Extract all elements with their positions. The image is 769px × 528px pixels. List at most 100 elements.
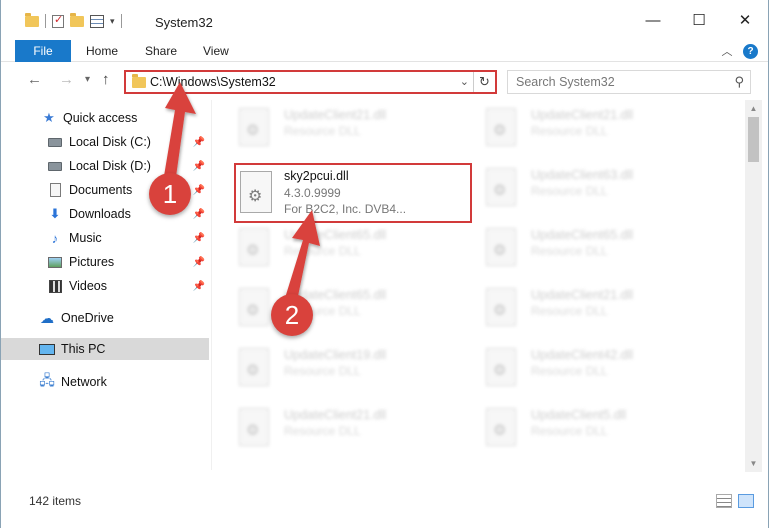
dll-file-icon xyxy=(239,228,269,266)
search-input[interactable]: Search System32 ⚲ xyxy=(507,70,751,94)
file-type: Resource DLL xyxy=(284,244,361,258)
scrollbar-thumb[interactable] xyxy=(748,117,759,162)
file-name: UpdateClient21.dll xyxy=(531,288,634,302)
file-type: Resource DLL xyxy=(531,304,608,318)
tab-view[interactable]: View xyxy=(203,44,229,58)
vertical-scrollbar[interactable]: ▲ ▼ xyxy=(745,100,762,472)
file-tile[interactable]: UpdateClient21.dll Resource DLL xyxy=(212,100,442,150)
file-tile[interactable]: UpdateClient21.dll Resource DLL xyxy=(212,400,442,450)
dll-file-icon xyxy=(486,108,516,146)
file-tile[interactable]: UpdateClient19.dll Resource DLL xyxy=(212,340,442,390)
computer-icon xyxy=(39,342,55,356)
file-tile[interactable]: UpdateClient65.dll Resource DLL xyxy=(212,220,442,270)
dll-file-icon xyxy=(239,288,269,326)
file-type: Resource DLL xyxy=(284,124,361,138)
tab-home[interactable]: Home xyxy=(86,44,118,58)
scroll-down-icon[interactable]: ▼ xyxy=(745,455,762,472)
folder-icon xyxy=(25,12,39,27)
search-placeholder: Search System32 xyxy=(516,75,615,89)
highlighted-file-tile[interactable]: sky2pcui.dll 4.3.0.9999 For B2C2, Inc. D… xyxy=(234,163,472,223)
explorer-window: ▾ System32 — ☐ ✕ File Home Share View ︿ … xyxy=(0,0,769,528)
sidebar-item-local-disk-c[interactable]: Local Disk (C:) 📌 xyxy=(1,131,209,153)
help-icon[interactable]: ? xyxy=(743,43,758,59)
customize-toolbar-icon[interactable]: ▾ xyxy=(110,16,115,27)
sidebar-item-network[interactable]: 🖧 Network xyxy=(1,371,209,393)
file-tile[interactable]: UpdateClient21.dll Resource DLL xyxy=(459,100,689,150)
pin-icon[interactable]: 📌 xyxy=(193,257,205,268)
new-folder-icon[interactable] xyxy=(70,12,84,27)
back-button[interactable]: ← xyxy=(27,71,42,88)
file-name: UpdateClient19.dll xyxy=(284,348,387,362)
file-tile[interactable]: UpdateClient65.dll Resource DLL xyxy=(212,280,442,330)
file-type: Resource DLL xyxy=(284,424,361,438)
forward-button[interactable]: → xyxy=(59,71,74,88)
tiles-view-icon[interactable] xyxy=(738,494,754,508)
file-name: sky2pcui.dll xyxy=(284,169,349,183)
file-tile[interactable]: UpdateClient21.dll Resource DLL xyxy=(459,280,689,330)
sidebar-item-onedrive[interactable]: ☁ OneDrive xyxy=(1,307,209,329)
window-title: System32 xyxy=(155,15,213,30)
dll-file-icon xyxy=(239,408,269,446)
sidebar-item-label: Downloads xyxy=(69,207,131,221)
scroll-up-icon[interactable]: ▲ xyxy=(745,100,762,117)
properties-icon[interactable] xyxy=(90,14,104,28)
address-dropdown-icon[interactable]: ⌄ xyxy=(460,75,469,88)
collapse-ribbon-icon[interactable]: ︿ xyxy=(719,43,735,59)
tab-share[interactable]: Share xyxy=(145,44,177,58)
details-view-icon[interactable] xyxy=(716,494,732,508)
sidebar-item-pictures[interactable]: Pictures 📌 xyxy=(1,251,209,273)
address-bar[interactable]: C:\Windows\System32 ⌄ ↻ xyxy=(124,70,497,94)
title-bar: ▾ System32 — ☐ ✕ xyxy=(1,0,768,40)
properties-check-icon[interactable] xyxy=(52,13,64,28)
address-path[interactable]: C:\Windows\System32 xyxy=(150,75,276,89)
cloud-icon: ☁ xyxy=(40,309,54,326)
sidebar-item-quick-access[interactable]: ★ Quick access xyxy=(1,107,209,129)
dll-file-icon xyxy=(239,348,269,386)
pin-icon[interactable]: 📌 xyxy=(193,209,205,220)
search-icon[interactable]: ⚲ xyxy=(734,74,744,90)
recent-locations-button[interactable]: ▾ xyxy=(85,74,90,85)
pin-icon[interactable]: 📌 xyxy=(193,161,205,172)
sidebar-item-music[interactable]: ♪ Music 📌 xyxy=(1,227,209,249)
dll-file-icon xyxy=(239,108,269,146)
pin-icon[interactable]: 📌 xyxy=(193,185,205,196)
step-2-badge: 2 xyxy=(271,294,313,336)
file-name: UpdateClient63.dll xyxy=(531,168,634,182)
file-company: For B2C2, Inc. DVB4... xyxy=(284,202,407,216)
file-name: UpdateClient5.dll xyxy=(531,408,627,422)
file-name: UpdateClient42.dll xyxy=(531,348,634,362)
pin-icon[interactable]: 📌 xyxy=(193,137,205,148)
sidebar-item-label: Documents xyxy=(69,183,133,197)
sidebar-item-label: Local Disk (D:) xyxy=(69,159,151,173)
folder-icon xyxy=(132,74,146,88)
pin-icon[interactable]: 📌 xyxy=(193,233,205,244)
file-name: UpdateClient21.dll xyxy=(284,408,387,422)
sidebar-item-videos[interactable]: Videos 📌 xyxy=(1,275,209,297)
close-button[interactable]: ✕ xyxy=(722,0,768,40)
dll-file-icon xyxy=(486,168,516,206)
file-tile[interactable]: UpdateClient65.dll Resource DLL xyxy=(459,220,689,270)
refresh-button[interactable]: ↻ xyxy=(473,72,495,92)
file-tile[interactable]: UpdateClient5.dll Resource DLL xyxy=(459,400,689,450)
sidebar-item-label: Pictures xyxy=(69,255,115,269)
file-version: 4.3.0.9999 xyxy=(284,186,341,200)
download-icon: ⬇ xyxy=(49,206,61,221)
up-button[interactable]: ↑ xyxy=(102,71,110,88)
toolbar-separator xyxy=(120,14,122,28)
dll-file-icon xyxy=(486,288,516,326)
quick-access-toolbar: ▾ xyxy=(25,12,122,28)
dll-file-icon xyxy=(486,228,516,266)
minimize-button[interactable]: — xyxy=(630,0,676,40)
file-tile[interactable]: UpdateClient42.dll Resource DLL xyxy=(459,340,689,390)
maximize-button[interactable]: ☐ xyxy=(676,0,722,40)
file-name: UpdateClient21.dll xyxy=(284,108,387,122)
window-controls: — ☐ ✕ xyxy=(630,0,768,40)
sidebar-item-this-pc[interactable]: This PC xyxy=(1,338,209,360)
tab-file[interactable]: File xyxy=(15,40,71,62)
video-icon xyxy=(47,279,63,293)
pictures-icon xyxy=(47,255,63,269)
file-name: UpdateClient65.dll xyxy=(284,228,387,242)
pin-icon[interactable]: 📌 xyxy=(193,281,205,292)
file-tile[interactable]: UpdateClient63.dll Resource DLL xyxy=(459,160,689,210)
status-bar: 142 items xyxy=(1,486,768,516)
